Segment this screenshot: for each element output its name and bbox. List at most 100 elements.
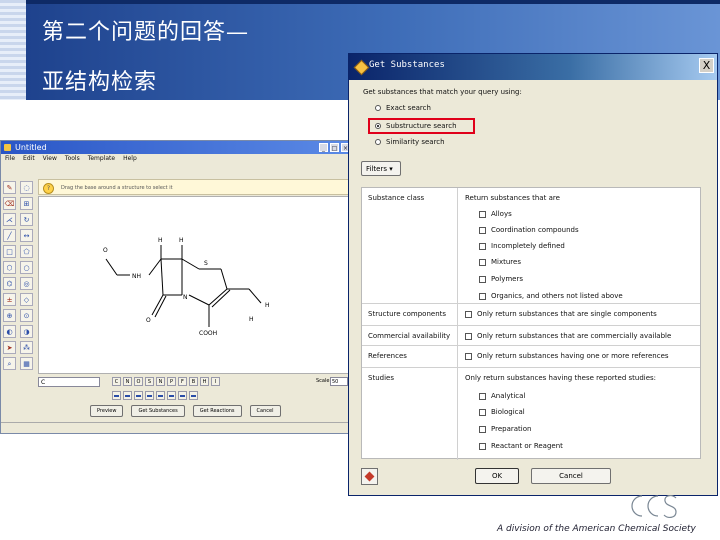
menu-help[interactable]: Help — [123, 154, 137, 164]
ring-7-icon[interactable]: ○ — [20, 261, 33, 274]
ring-bond-icon[interactable] — [167, 391, 176, 400]
atom-button[interactable]: N — [156, 377, 165, 386]
filters-dropdown[interactable]: Filters ▾ — [361, 161, 401, 176]
checkbox-coordination-compounds[interactable]: Coordination compounds — [479, 226, 579, 234]
flip-icon[interactable]: ↔ — [20, 229, 33, 242]
cancel-button[interactable]: Cancel — [531, 468, 611, 484]
footer-text: A division of the American Chemical Soci… — [497, 524, 696, 534]
checkbox-single-components[interactable]: Only return substances that are single c… — [465, 310, 657, 318]
atom-button[interactable]: N — [123, 377, 132, 386]
editor-titlebar: Untitled _ □ × — [1, 141, 353, 154]
atom-button[interactable]: P — [167, 377, 176, 386]
filter-row-heading: Return substances that are — [465, 194, 560, 202]
hint-text: Drag the base around a structure to sele… — [61, 185, 173, 191]
wedge-bond-icon[interactable] — [189, 391, 198, 400]
checkbox-reactant-or-reagent[interactable]: Reactant or Reagent — [479, 442, 563, 450]
double-bond-icon[interactable] — [123, 391, 132, 400]
dialog-close-button[interactable]: X — [699, 58, 714, 73]
atom-label-s: S — [204, 260, 208, 267]
help-button[interactable] — [361, 468, 378, 485]
single-bond-icon[interactable] — [112, 391, 121, 400]
atom-button[interactable]: H — [200, 377, 209, 386]
ring-4-icon[interactable]: □ — [3, 245, 16, 258]
triple-bond-icon[interactable] — [134, 391, 143, 400]
charge-tool-icon[interactable]: ± — [3, 293, 16, 306]
checkbox-alloys[interactable]: Alloys — [479, 210, 512, 218]
hint-icon: ? — [43, 183, 54, 194]
checkbox-organics[interactable]: Organics, and others not listed above — [479, 292, 623, 300]
filter-row-label: Commercial availability — [368, 332, 451, 340]
ok-button[interactable]: OK — [475, 468, 519, 484]
checkbox-biological[interactable]: Biological — [479, 408, 525, 416]
eraser-icon[interactable]: ⌫ — [3, 197, 16, 210]
get-substances-button[interactable]: Get Substances — [131, 405, 185, 417]
scale-input[interactable]: 50 — [330, 377, 348, 386]
ring-custom-icon[interactable]: ◎ — [20, 277, 33, 290]
shortcut-icon[interactable]: ⁂ — [20, 341, 33, 354]
menu-edit[interactable]: Edit — [23, 154, 35, 164]
checkbox-preparation[interactable]: Preparation — [479, 425, 531, 433]
filter-row-structure-components: Structure components Only return substan… — [362, 304, 700, 326]
bond-buttons — [112, 391, 198, 400]
any-bond-icon[interactable] — [145, 391, 154, 400]
menu-template[interactable]: Template — [88, 154, 115, 164]
editor-cancel-button[interactable]: Cancel — [249, 405, 281, 417]
checkbox-incompletely-defined[interactable]: Incompletely defined — [479, 242, 565, 250]
dashed-bond-icon[interactable] — [178, 391, 187, 400]
get-reactions-button[interactable]: Get Reactions — [192, 405, 242, 417]
checkbox-mixtures[interactable]: Mixtures — [479, 258, 521, 266]
bond-tool-icon[interactable]: ╱ — [3, 229, 16, 242]
element-input[interactable]: C — [38, 377, 100, 387]
chain-tool-icon[interactable]: ⋌ — [3, 213, 16, 226]
preview-button[interactable]: Preview — [90, 405, 124, 417]
menu-file[interactable]: File — [5, 154, 15, 164]
filters-table: Substance class Return substances that a… — [361, 187, 701, 460]
atom-button[interactable]: C — [112, 377, 121, 386]
atom-label-o2: O — [146, 317, 151, 324]
menu-tools[interactable]: Tools — [65, 154, 80, 164]
radio-label: Exact search — [386, 104, 431, 112]
pointer-icon[interactable]: ➤ — [3, 341, 16, 354]
radio-exact-search[interactable]: Exact search — [375, 104, 431, 112]
zoom-icon[interactable]: ⌕ — [3, 357, 16, 370]
menu-view[interactable]: View — [43, 154, 57, 164]
minimize-icon[interactable]: _ — [319, 143, 328, 152]
atom-button[interactable]: S — [145, 377, 154, 386]
filter-row-label: Substance class — [368, 194, 425, 202]
isotope-icon[interactable]: ⊙ — [20, 309, 33, 322]
editor-window-title: Untitled — [15, 143, 47, 152]
checkbox-polymers[interactable]: Polymers — [479, 275, 523, 283]
atom-buttons: C N O S N P F B H I — [112, 377, 220, 386]
stereo-icon[interactable]: ⊕ — [3, 309, 16, 322]
maximize-icon[interactable]: □ — [330, 143, 339, 152]
chain-bond-icon[interactable] — [156, 391, 165, 400]
checkbox-commercially-available[interactable]: Only return substances that are commerci… — [465, 332, 671, 340]
filter-row-label: References — [368, 352, 407, 360]
ring-5-icon[interactable]: ⬠ — [20, 245, 33, 258]
filter-row-references: References Only return substances having… — [362, 346, 700, 368]
pencil-icon[interactable]: ✎ — [3, 181, 16, 194]
atom-lock-icon[interactable]: ◑ — [20, 325, 33, 338]
chemical-structure: O NH H H S N O H H COOH — [103, 237, 270, 337]
drawing-canvas[interactable]: O NH H H S N O H H COOH — [38, 196, 350, 374]
atom-label-h3: H — [265, 302, 270, 309]
ring-lock-icon[interactable]: ◐ — [3, 325, 16, 338]
lasso-select-icon[interactable]: ◌ — [20, 181, 33, 194]
filter-row-substance-class: Substance class Return substances that a… — [362, 188, 700, 304]
benzene-icon[interactable]: ⌬ — [3, 277, 16, 290]
select-all-icon[interactable]: ⊞ — [20, 197, 33, 210]
ring-6-icon[interactable]: ⬡ — [3, 261, 16, 274]
table-icon[interactable]: ▦ — [20, 357, 33, 370]
radio-similarity-search[interactable]: Similarity search — [375, 138, 445, 146]
atom-button[interactable]: O — [134, 377, 143, 386]
checkbox-references[interactable]: Only return substances having one or mor… — [465, 352, 669, 360]
filter-row-commercial-availability: Commercial availability Only return subs… — [362, 326, 700, 346]
title-band-stripes — [0, 0, 26, 100]
atom-button[interactable]: I — [211, 377, 220, 386]
rotate-icon[interactable]: ↻ — [20, 213, 33, 226]
atom-button[interactable]: B — [189, 377, 198, 386]
checkbox-analytical[interactable]: Analytical — [479, 392, 525, 400]
get-substances-dialog: Get Substances X Get substances that mat… — [348, 53, 718, 496]
atom-button[interactable]: F — [178, 377, 187, 386]
template-icon[interactable]: ◇ — [20, 293, 33, 306]
